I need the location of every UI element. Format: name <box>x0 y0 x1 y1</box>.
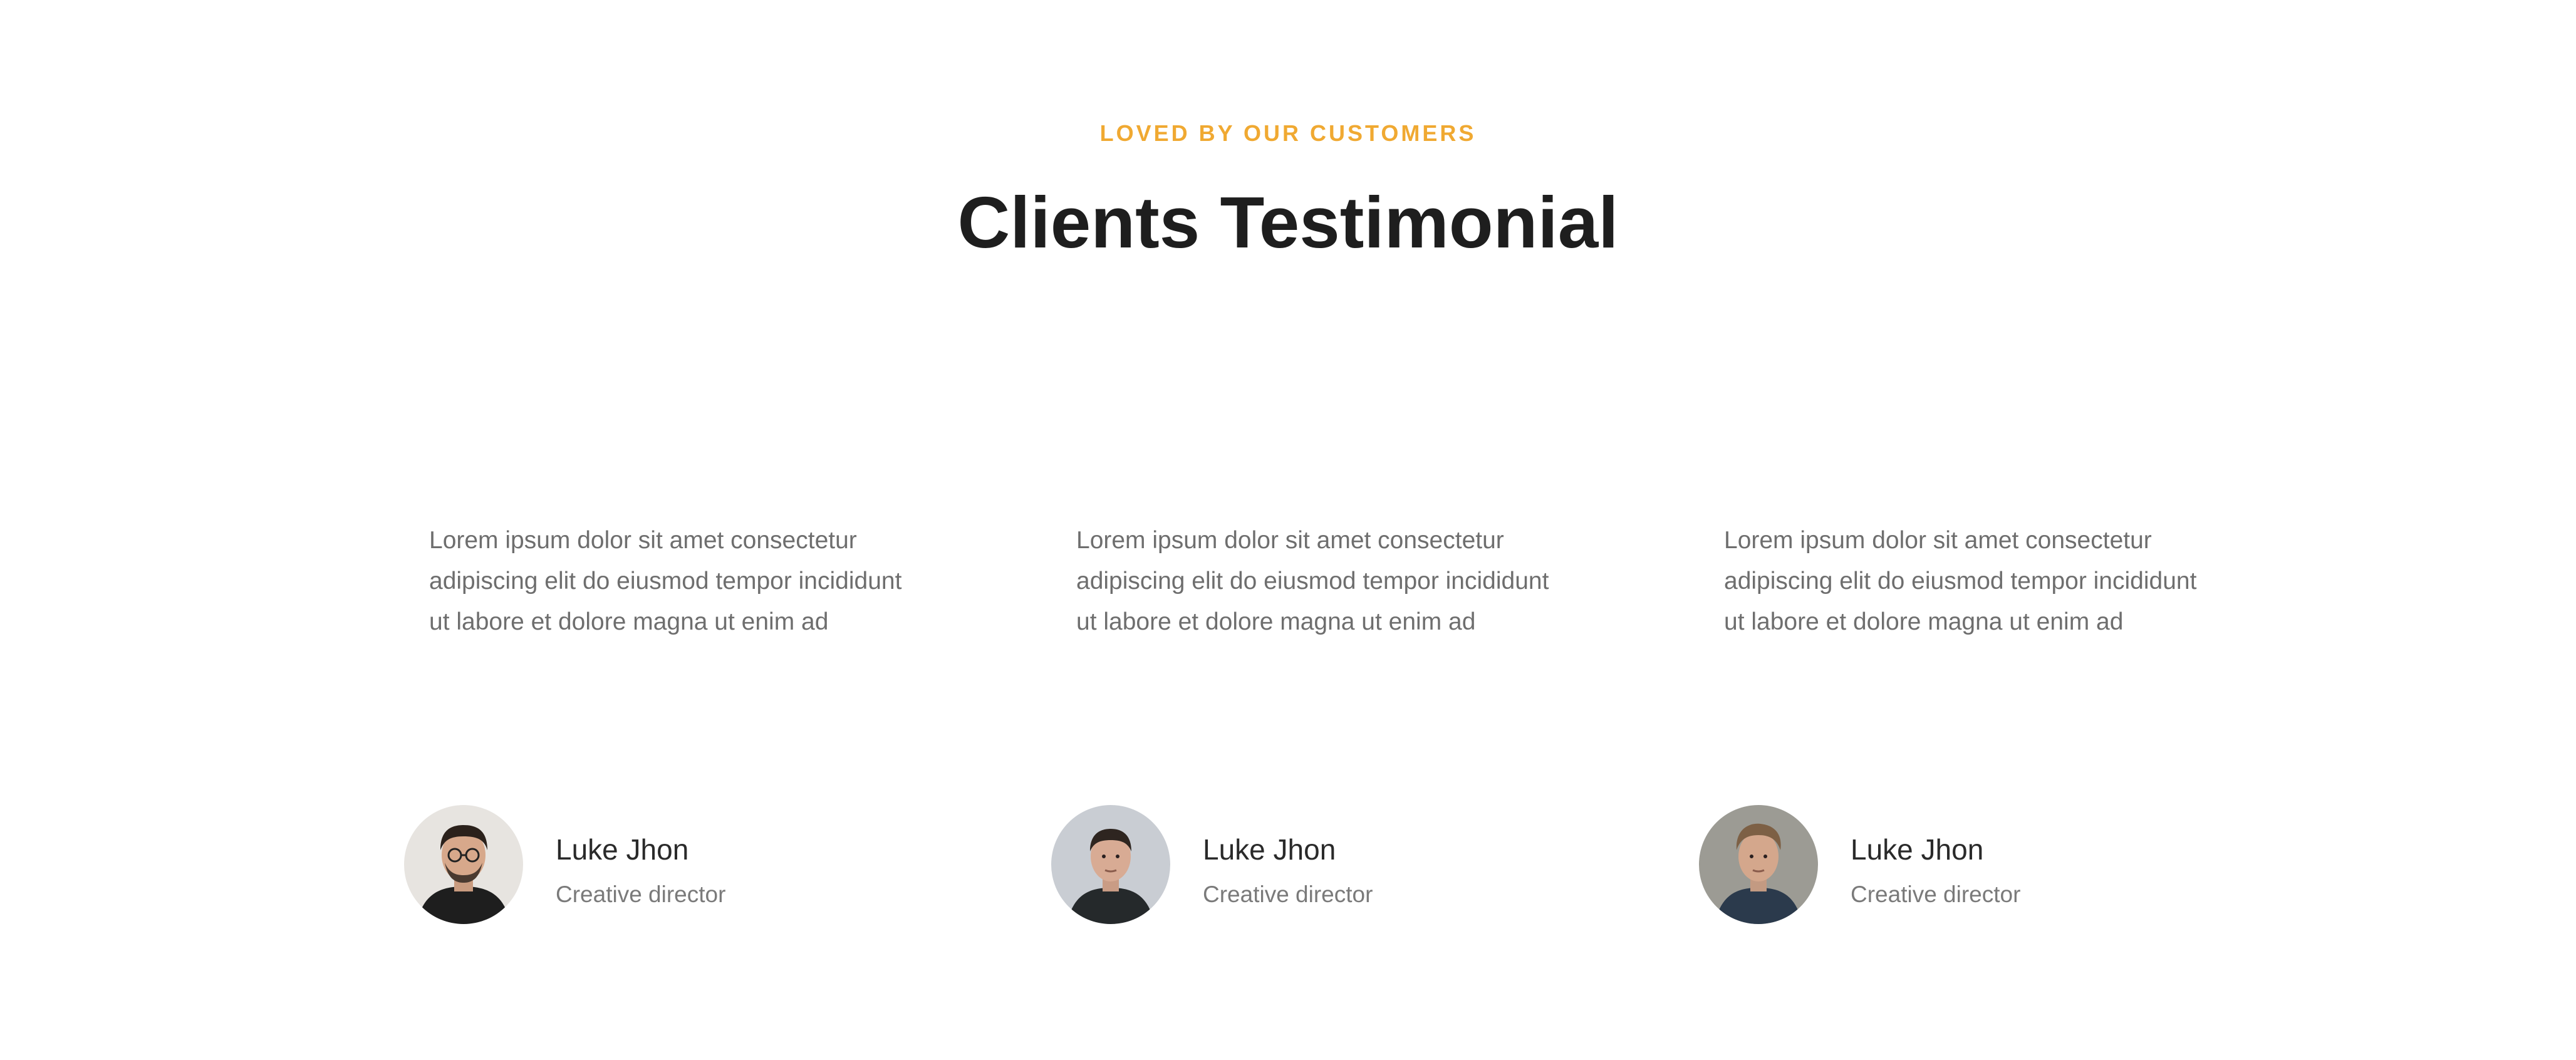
person-avatar-icon <box>1051 805 1170 924</box>
testimonial-card: Lorem ipsum dolor sit amet consectetur a… <box>1699 520 2263 959</box>
testimonial-card: Lorem ipsum dolor sit amet consectetur a… <box>404 520 968 959</box>
testimonial-quote: Lorem ipsum dolor sit amet consectetur a… <box>1724 527 2197 635</box>
author-role: Creative director <box>1203 881 1373 907</box>
avatar <box>404 805 523 924</box>
testimonial-author: Luke Jhon Creative director <box>1699 805 2263 924</box>
testimonial-card: Lorem ipsum dolor sit amet consectetur a… <box>1051 520 1615 959</box>
author-name: Luke Jhon <box>556 833 689 866</box>
section-eyebrow: LOVED BY OUR CUSTOMERS <box>1099 120 1477 146</box>
author-name: Luke Jhon <box>1203 833 1336 866</box>
author-name: Luke Jhon <box>1851 833 1984 866</box>
avatar <box>1051 805 1170 924</box>
person-avatar-icon <box>404 805 523 924</box>
testimonial-quote: Lorem ipsum dolor sit amet consectetur a… <box>1076 527 1549 635</box>
testimonials-section: LOVED BY OUR CUSTOMERS Clients Testimoni… <box>0 0 2576 1060</box>
person-avatar-icon <box>1699 805 1818 924</box>
testimonial-quote: Lorem ipsum dolor sit amet consectetur a… <box>429 527 902 635</box>
testimonial-author: Luke Jhon Creative director <box>404 805 968 924</box>
testimonial-author: Luke Jhon Creative director <box>1051 805 1615 924</box>
section-title: Clients Testimonial <box>957 182 1619 263</box>
author-role: Creative director <box>1851 881 2021 907</box>
author-role: Creative director <box>556 881 726 907</box>
avatar <box>1699 805 1818 924</box>
